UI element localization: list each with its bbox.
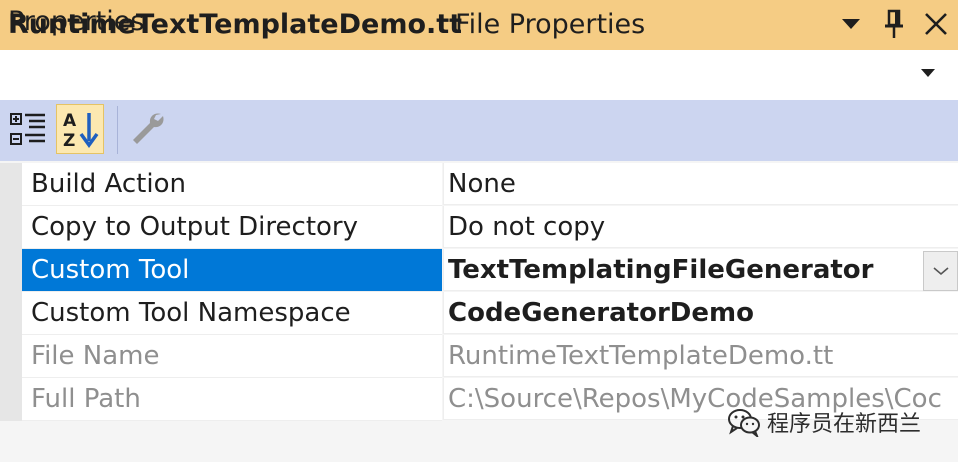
pin-button[interactable] xyxy=(877,6,911,42)
categorized-button[interactable] xyxy=(4,104,52,154)
alphabetical-button[interactable]: A Z xyxy=(56,104,104,154)
property-row-custom-tool-namespace[interactable]: Custom Tool Namespace CodeGeneratorDemo xyxy=(22,292,958,335)
close-icon xyxy=(925,13,947,35)
selected-object-name: RuntimeTextTemplateDemo.tt xyxy=(8,9,463,40)
property-value: None xyxy=(448,169,516,199)
svg-text:A: A xyxy=(63,111,77,131)
toolbar-separator xyxy=(117,106,118,154)
watermark: 程序员在新西兰 xyxy=(727,404,953,440)
property-name: Full Path xyxy=(31,384,141,414)
property-row-file-name[interactable]: File Name RuntimeTextTemplateDemo.tt xyxy=(22,335,958,378)
property-value: Do not copy xyxy=(448,212,606,242)
property-row-copy-to-output[interactable]: Copy to Output Directory Do not copy xyxy=(22,206,958,249)
property-name: Custom Tool Namespace xyxy=(31,298,351,328)
custom-tool-dropdown-button[interactable] xyxy=(923,251,958,291)
property-value: CodeGeneratorDemo xyxy=(448,298,754,328)
property-row-custom-tool[interactable]: Custom Tool TextTemplatingFileGenerator xyxy=(22,249,958,292)
property-pages-button[interactable] xyxy=(124,104,172,154)
pin-icon xyxy=(885,9,903,38)
property-row-build-action[interactable]: Build Action None xyxy=(22,163,958,206)
alphabetical-sort-icon: A Z xyxy=(63,111,99,149)
close-button[interactable] xyxy=(919,6,953,42)
property-value: TextTemplatingFileGenerator xyxy=(448,255,874,285)
property-name: Custom Tool xyxy=(31,255,190,285)
svg-text:Z: Z xyxy=(63,131,75,149)
object-selector[interactable] xyxy=(0,50,958,100)
property-name: File Name xyxy=(31,341,160,371)
chevron-down-icon xyxy=(932,267,949,276)
chevron-down-icon[interactable] xyxy=(919,67,937,79)
property-name: Build Action xyxy=(31,169,186,199)
categorized-icon xyxy=(10,113,45,145)
wrench-icon xyxy=(133,113,164,144)
property-grid: Build Action None Copy to Output Directo… xyxy=(0,163,958,421)
property-name: Copy to Output Directory xyxy=(31,212,358,242)
dropdown-arrow-icon xyxy=(842,19,860,29)
watermark-text: 程序员在新西兰 xyxy=(767,412,922,437)
grid-gutter xyxy=(0,163,22,421)
window-menu-button[interactable] xyxy=(834,6,868,42)
wechat-icon xyxy=(728,409,760,437)
property-value: RuntimeTextTemplateDemo.tt xyxy=(448,341,834,371)
selected-object-type: File Properties xyxy=(455,9,646,40)
